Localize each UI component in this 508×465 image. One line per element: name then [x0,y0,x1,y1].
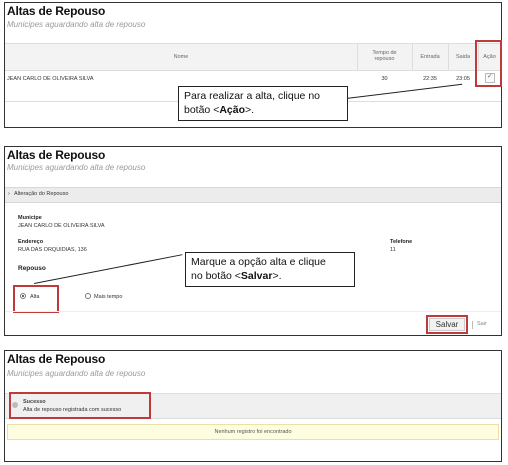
telefone-value: 11 [390,247,396,253]
sucesso-highlight [9,392,151,419]
cell-entrada: 22:35 [423,76,437,82]
callout-salvar: Marque a opção alta e clique no botão <S… [185,252,355,287]
municipe-value: JEAN CARLO DE OLIVEIRA SILVA [18,223,105,229]
callout-acao: Para realizar a alta, clique no botão <A… [178,86,348,121]
column-header-tempo: Tempo de repouso [372,50,397,62]
alta-highlight [13,285,59,313]
repouso-label: Repouso [18,265,46,272]
sair-link[interactable]: Sair [477,321,487,327]
salvar-highlight [426,315,468,334]
panel-alteracao: Altas de Repouso Municipes aguardando al… [4,146,502,336]
section-chevron-icon: › [8,191,10,197]
radio-mais-tempo-label: Mais tempo [94,294,123,300]
page-title: Altas de Repouso [7,352,106,366]
telefone-label: Telefone [390,239,413,245]
radio-mais-tempo[interactable] [85,293,91,299]
panel-sucesso: Altas de Repouso Municipes aguardando al… [4,350,502,462]
cell-nome: JEAN CARLO DE OLIVEIRA SILVA [7,76,94,82]
page-subtitle: Municipes aguardando alta de repouso [7,20,146,29]
table-header: Nome Tempo de repouso Entrada Saida Ação [5,43,501,71]
column-header-entrada: Entrada [420,54,440,60]
section-header: › Alteração do Repouso [5,187,501,203]
endereco-label: Endereço [18,239,44,245]
cell-saida: 23:05 [456,76,470,82]
municipe-label: Municipe [18,215,42,221]
cell-tempo: 30 [381,76,388,82]
column-header-saida: Saida [455,54,471,60]
acao-highlight [475,40,502,87]
page-title: Altas de Repouso [7,4,106,18]
column-header-nome: Nome [173,54,189,60]
page-subtitle: Municipes aguardando alta de repouso [7,163,146,172]
page-title: Altas de Repouso [7,148,106,162]
page-subtitle: Municipes aguardando alta de repouso [7,369,146,378]
empty-notice: Nenhum registro foi encontrado [7,424,499,440]
endereco-value: RUA DAS ORQUIDIAS, 136 [18,247,87,253]
